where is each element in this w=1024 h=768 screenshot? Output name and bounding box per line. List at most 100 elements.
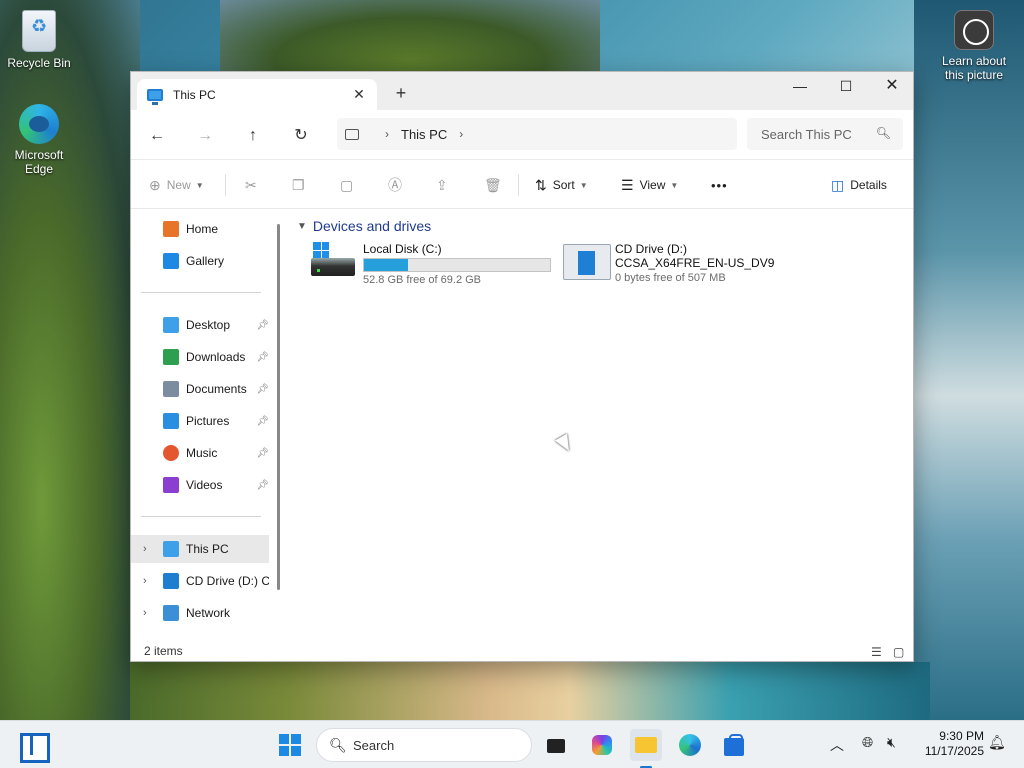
close-button[interactable]: ✕ (869, 72, 915, 102)
this-pc-icon (147, 88, 163, 105)
start-button[interactable] (274, 729, 306, 761)
drive-name: Local Disk (C:) (363, 242, 442, 256)
pin-icon: 📌︎ (256, 447, 269, 459)
pin-icon: 📌︎ (256, 415, 269, 427)
sidebar-item-downloads[interactable]: Downloads 📌︎ (131, 343, 269, 371)
sidebar-item-label: Music (186, 446, 218, 460)
sidebar-item-label: Documents (186, 382, 247, 396)
tab-close-button[interactable]: ✕ (349, 86, 369, 103)
refresh-button[interactable]: ↻ (287, 122, 315, 150)
taskbar: 🔍︎ Search ︿ 🌐︎ 🔇︎ 9:30 PM 11/17/2025 🔔︎ (0, 720, 1024, 768)
title-bar[interactable]: This PC ✕ + — ☐ ✕ (131, 72, 913, 110)
delete-button[interactable]: 🗑︎ (484, 172, 508, 198)
desktop-icon-recycle-bin[interactable]: Recycle Bin (3, 10, 75, 70)
sidebar-item-network[interactable]: › Network (131, 599, 269, 627)
sidebar-item-cd-drive[interactable]: › CD Drive (D:) CC (131, 567, 269, 595)
view-button[interactable]: ☰ View ▼ (621, 172, 678, 198)
copy-button[interactable]: ❐ (292, 172, 311, 198)
file-explorer-window: This PC ✕ + — ☐ ✕ ← → ↑ ↻ › This PC › Se… (130, 71, 914, 662)
wallpaper-cliff-top (220, 0, 600, 75)
taskbar-search-box[interactable]: 🔍︎ Search (316, 728, 532, 762)
rename-button[interactable]: Ⓐ (388, 172, 408, 198)
toolbar-divider (518, 174, 519, 196)
notification-bell-icon[interactable]: 🔔︎ (988, 735, 1006, 751)
delete-icon: 🗑︎ (484, 176, 502, 193)
address-bar: ← → ↑ ↻ › This PC › Search This PC 🔍︎ (131, 110, 913, 160)
sort-button[interactable]: ⇅ Sort ▼ (535, 172, 588, 198)
tab-this-pc[interactable]: This PC ✕ (137, 79, 377, 110)
file-explorer-taskbar-button[interactable] (630, 729, 662, 768)
status-bar: 2 items ☰ ▢ (131, 642, 913, 662)
learn-picture-icon (954, 10, 994, 50)
drive-item-d[interactable]: CD Drive (D:) CCSA_X64FRE_EN-US_DV9 0 by… (563, 242, 774, 284)
sidebar-item-label: This PC (186, 542, 229, 556)
chevron-right-icon[interactable]: › (143, 575, 147, 587)
cd-drive-icon (163, 573, 179, 589)
paste-button[interactable]: ▢ (340, 172, 359, 198)
chevron-right-icon[interactable]: › (143, 607, 147, 619)
file-list: ▼ Devices and drives Local Disk (C:) 52.… (287, 209, 913, 639)
desktop-icon-learn-picture[interactable]: Learn about this picture (938, 10, 1010, 82)
new-tab-button[interactable]: + (389, 81, 413, 105)
documents-icon (163, 381, 179, 397)
volume-muted-icon[interactable]: 🔇︎ (887, 735, 896, 751)
tiles-view-icon[interactable]: ▢ (893, 645, 904, 659)
share-button[interactable]: ⇪ (436, 172, 454, 198)
breadcrumb-this-pc[interactable]: This PC (401, 127, 447, 142)
sidebar-item-pictures[interactable]: Pictures 📌︎ (131, 407, 269, 435)
breadcrumb-separator[interactable]: › (459, 127, 463, 141)
widgets-button[interactable] (16, 729, 50, 763)
network-globe-icon[interactable]: 🌐︎ (862, 735, 873, 751)
edge-taskbar-button[interactable] (674, 729, 706, 761)
tab-title: This PC (173, 87, 216, 102)
music-icon (163, 445, 179, 461)
drive-name: CD Drive (D:) (615, 242, 687, 256)
sidebar-item-this-pc[interactable]: › This PC (131, 535, 269, 563)
task-view-button[interactable] (540, 729, 572, 761)
details-pane-icon: ◫ (831, 176, 845, 193)
sidebar-item-documents[interactable]: Documents 📌︎ (131, 375, 269, 403)
sidebar-item-desktop[interactable]: Desktop 📌︎ (131, 311, 269, 339)
sort-icon: ⇅ (535, 176, 547, 193)
sidebar-item-music[interactable]: Music 📌︎ (131, 439, 269, 467)
chevron-right-icon[interactable]: › (143, 543, 147, 555)
sidebar-item-videos[interactable]: Videos 📌︎ (131, 471, 269, 499)
breadcrumb-separator[interactable]: › (385, 127, 389, 141)
details-view-icon[interactable]: ☰ (871, 645, 882, 659)
back-button[interactable]: ← (143, 122, 171, 150)
chevron-down-icon: ▼ (195, 180, 204, 190)
copilot-button[interactable] (586, 729, 618, 761)
forward-button[interactable]: → (191, 122, 219, 150)
command-bar: ⊕ New ▼ ✂ ❐ ▢ Ⓐ ⇪ 🗑︎ ⇅ Sort ▼ ☰ View ▼ •… (131, 160, 913, 209)
maximize-button[interactable]: ☐ (823, 72, 869, 102)
paste-icon: ▢ (340, 176, 354, 193)
new-button[interactable]: ⊕ New ▼ (149, 172, 204, 198)
hard-drive-icon (311, 242, 357, 282)
breadcrumb[interactable]: › This PC › (337, 118, 737, 150)
disk-usage-fill (364, 259, 408, 271)
clock-time: 9:30 PM (939, 729, 984, 743)
search-input[interactable]: Search This PC 🔍︎ (747, 118, 903, 150)
show-hidden-icons-button[interactable]: ︿ (830, 735, 844, 755)
microsoft-store-button[interactable] (718, 729, 750, 761)
desktop-icon-edge[interactable]: Microsoft Edge (3, 104, 75, 176)
more-options-button[interactable]: ••• (711, 172, 728, 198)
copy-icon: ❐ (292, 176, 305, 193)
wallpaper-beach (130, 662, 930, 720)
navigation-pane: Home Gallery Desktop 📌︎ Downloads 📌︎ Doc… (131, 209, 281, 639)
clock[interactable]: 9:30 PM 11/17/2025 (912, 729, 984, 759)
minimize-button[interactable]: — (777, 72, 823, 102)
up-button[interactable]: ↑ (239, 122, 267, 150)
details-pane-button[interactable]: ◫ Details (831, 172, 887, 198)
sidebar-item-home[interactable]: Home (131, 215, 269, 243)
wallpaper-sea-right (914, 0, 1024, 720)
cut-button[interactable]: ✂ (245, 172, 263, 198)
sidebar-item-gallery[interactable]: Gallery (131, 247, 269, 275)
cut-icon: ✂ (245, 176, 257, 193)
sort-label: Sort (552, 178, 575, 192)
drive-item-c[interactable]: Local Disk (C:) 52.8 GB free of 69.2 GB (311, 242, 551, 286)
group-header-devices[interactable]: ▼ Devices and drives (297, 218, 431, 234)
edge-icon (19, 104, 59, 144)
nav-pane-scrollbar[interactable] (277, 224, 280, 590)
search-icon: 🔍︎ (875, 126, 891, 140)
